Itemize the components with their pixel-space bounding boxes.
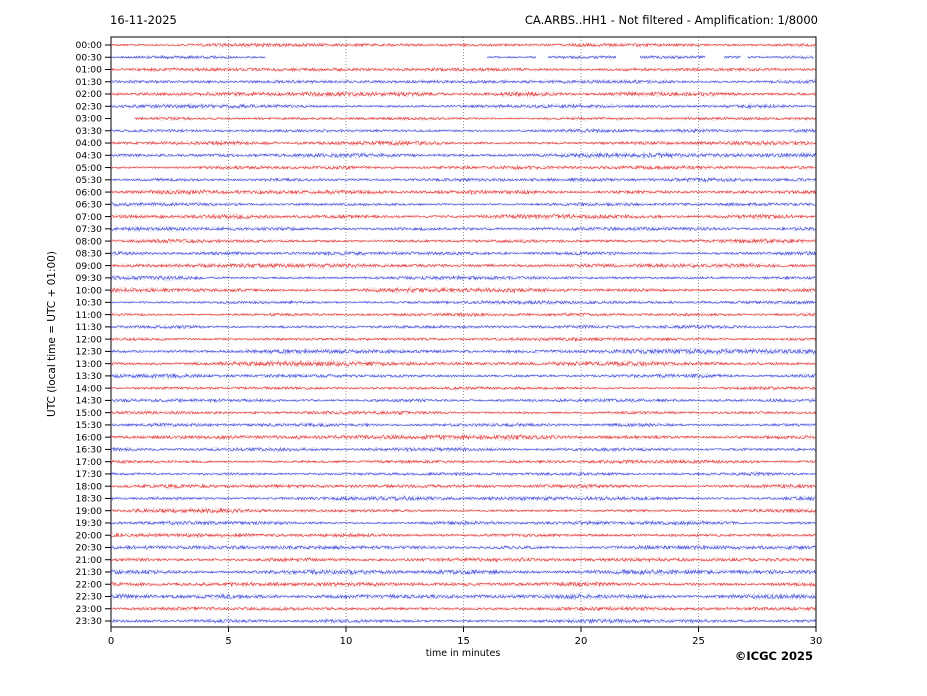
row-label-06:30: 06:30: [76, 200, 103, 211]
row-label-20:30: 20:30: [76, 543, 103, 554]
x-tick-label-10: 10: [340, 636, 353, 647]
row-label-20:00: 20:00: [76, 530, 103, 541]
row-label-06:00: 06:00: [76, 187, 103, 198]
trace-20:00: [110, 532, 816, 538]
row-label-15:00: 15:00: [76, 408, 103, 419]
row-label-00:30: 00:30: [76, 52, 103, 63]
row-label-19:30: 19:30: [76, 518, 103, 529]
row-label-18:00: 18:00: [76, 481, 103, 492]
row-label-08:00: 08:00: [76, 236, 103, 247]
row-label-10:00: 10:00: [76, 285, 103, 296]
x-tick-label-30: 30: [810, 636, 823, 647]
seismogram-page: 16-11-2025 CA.ARBS..HH1 - Not filtered -…: [0, 0, 927, 696]
row-label-01:30: 01:30: [76, 77, 103, 88]
row-label-03:30: 03:30: [76, 126, 103, 137]
row-label-07:00: 07:00: [76, 212, 103, 223]
row-label-05:00: 05:00: [76, 163, 103, 174]
row-label-04:00: 04:00: [76, 138, 103, 149]
row-label-04:30: 04:30: [76, 150, 103, 161]
row-label-19:00: 19:00: [76, 506, 103, 517]
row-label-02:00: 02:00: [76, 89, 103, 100]
row-label-09:00: 09:00: [76, 261, 103, 272]
row-label-23:00: 23:00: [76, 604, 103, 615]
row-label-00:00: 00:00: [76, 40, 103, 51]
row-label-09:30: 09:30: [76, 273, 103, 284]
row-label-16:30: 16:30: [76, 445, 103, 456]
row-label-10:30: 10:30: [76, 298, 103, 309]
row-label-22:30: 22:30: [76, 592, 103, 603]
row-label-02:30: 02:30: [76, 101, 103, 112]
x-tick-label-0: 0: [108, 636, 114, 647]
row-label-12:30: 12:30: [76, 347, 103, 358]
x-tick-label-25: 25: [692, 636, 705, 647]
helicorder-plot: 00:0000:30 01:0001:3002:0002:30 03:0003:30…: [76, 36, 823, 647]
row-label-23:30: 23:30: [76, 616, 103, 627]
row-label-11:00: 11:00: [76, 310, 103, 321]
copyright-notice: ©ICGC 2025: [734, 649, 813, 663]
row-label-01:00: 01:00: [76, 65, 103, 76]
row-label-12:00: 12:00: [76, 334, 103, 345]
x-tick-label-20: 20: [575, 636, 588, 647]
trace-00:30: [110, 55, 814, 60]
row-label-18:30: 18:30: [76, 494, 103, 505]
row-label-15:30: 15:30: [76, 420, 103, 431]
row-label-11:30: 11:30: [76, 322, 103, 333]
row-label-07:30: 07:30: [76, 224, 103, 235]
trace-09:00: [110, 262, 816, 269]
row-label-13:30: 13:30: [76, 371, 103, 382]
row-label-03:00: 03:00: [76, 114, 103, 125]
row-label-05:30: 05:30: [76, 175, 103, 186]
row-label-13:00: 13:00: [76, 359, 103, 370]
row-label-17:30: 17:30: [76, 469, 103, 480]
row-label-21:00: 21:00: [76, 555, 103, 566]
row-label-22:00: 22:00: [76, 579, 103, 590]
x-tick-label-15: 15: [457, 636, 470, 647]
row-label-17:00: 17:00: [76, 457, 103, 468]
row-label-08:30: 08:30: [76, 249, 103, 260]
row-label-16:00: 16:00: [76, 432, 103, 443]
row-label-14:00: 14:00: [76, 383, 103, 394]
x-axis-label: time in minutes: [425, 648, 501, 659]
row-label-21:30: 21:30: [76, 567, 103, 578]
x-tick-label-5: 5: [225, 636, 231, 647]
row-label-14:30: 14:30: [76, 396, 103, 407]
